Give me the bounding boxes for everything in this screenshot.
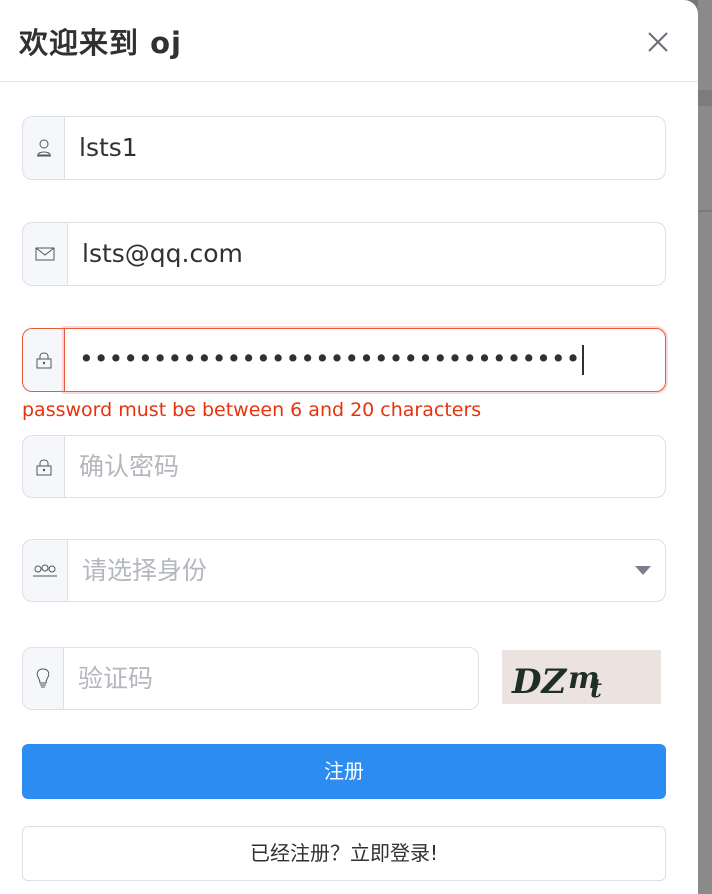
group-icon (22, 539, 67, 602)
captcha-input-group: 验证码 (22, 647, 479, 710)
password-error-message: password must be between 6 and 20 charac… (22, 399, 482, 421)
svg-text:t: t (590, 674, 602, 704)
backdrop-segment (698, 90, 712, 106)
register-dialog: 欢迎来到 oj lsts1 lsts@qq.com ••••••••••••••… (0, 0, 698, 894)
password-input-group: •••••••••••••••••••••••••••••••••• (22, 328, 666, 392)
mail-icon (22, 222, 67, 286)
user-icon (22, 116, 64, 180)
identity-select-placeholder: 请选择身份 (82, 556, 208, 585)
username-input-group: lsts1 (22, 116, 666, 180)
email-input-group: lsts@qq.com (22, 222, 666, 286)
username-input[interactable]: lsts1 (64, 116, 666, 180)
confirm-password-input-group: 确认密码 (22, 435, 666, 498)
password-masked-value: •••••••••••••••••••••••••••••••••• (79, 344, 581, 373)
dialog-title: 欢迎来到 oj (19, 26, 182, 60)
email-input[interactable]: lsts@qq.com (67, 222, 666, 286)
caret-down-icon (635, 566, 651, 575)
lock-icon (22, 435, 64, 498)
identity-select[interactable]: 请选择身份 (67, 539, 666, 602)
backdrop-segment (698, 210, 712, 212)
captcha-input[interactable]: 验证码 (63, 647, 479, 710)
password-input[interactable]: •••••••••••••••••••••••••••••••••• (64, 328, 666, 392)
lock-icon (22, 328, 64, 392)
svg-text:DZ: DZ (511, 662, 567, 702)
captcha-image[interactable]: DZ m t (502, 650, 661, 704)
text-caret (582, 345, 585, 375)
register-button[interactable]: 注册 (22, 744, 666, 799)
modal-backdrop (698, 0, 712, 894)
close-icon[interactable] (644, 28, 672, 56)
lightbulb-icon (22, 647, 63, 710)
identity-select-group: 请选择身份 (22, 539, 666, 602)
confirm-password-input[interactable]: 确认密码 (64, 435, 666, 498)
dialog-header: 欢迎来到 oj (0, 0, 698, 82)
login-link-button[interactable]: 已经注册？立即登录! (22, 826, 666, 881)
